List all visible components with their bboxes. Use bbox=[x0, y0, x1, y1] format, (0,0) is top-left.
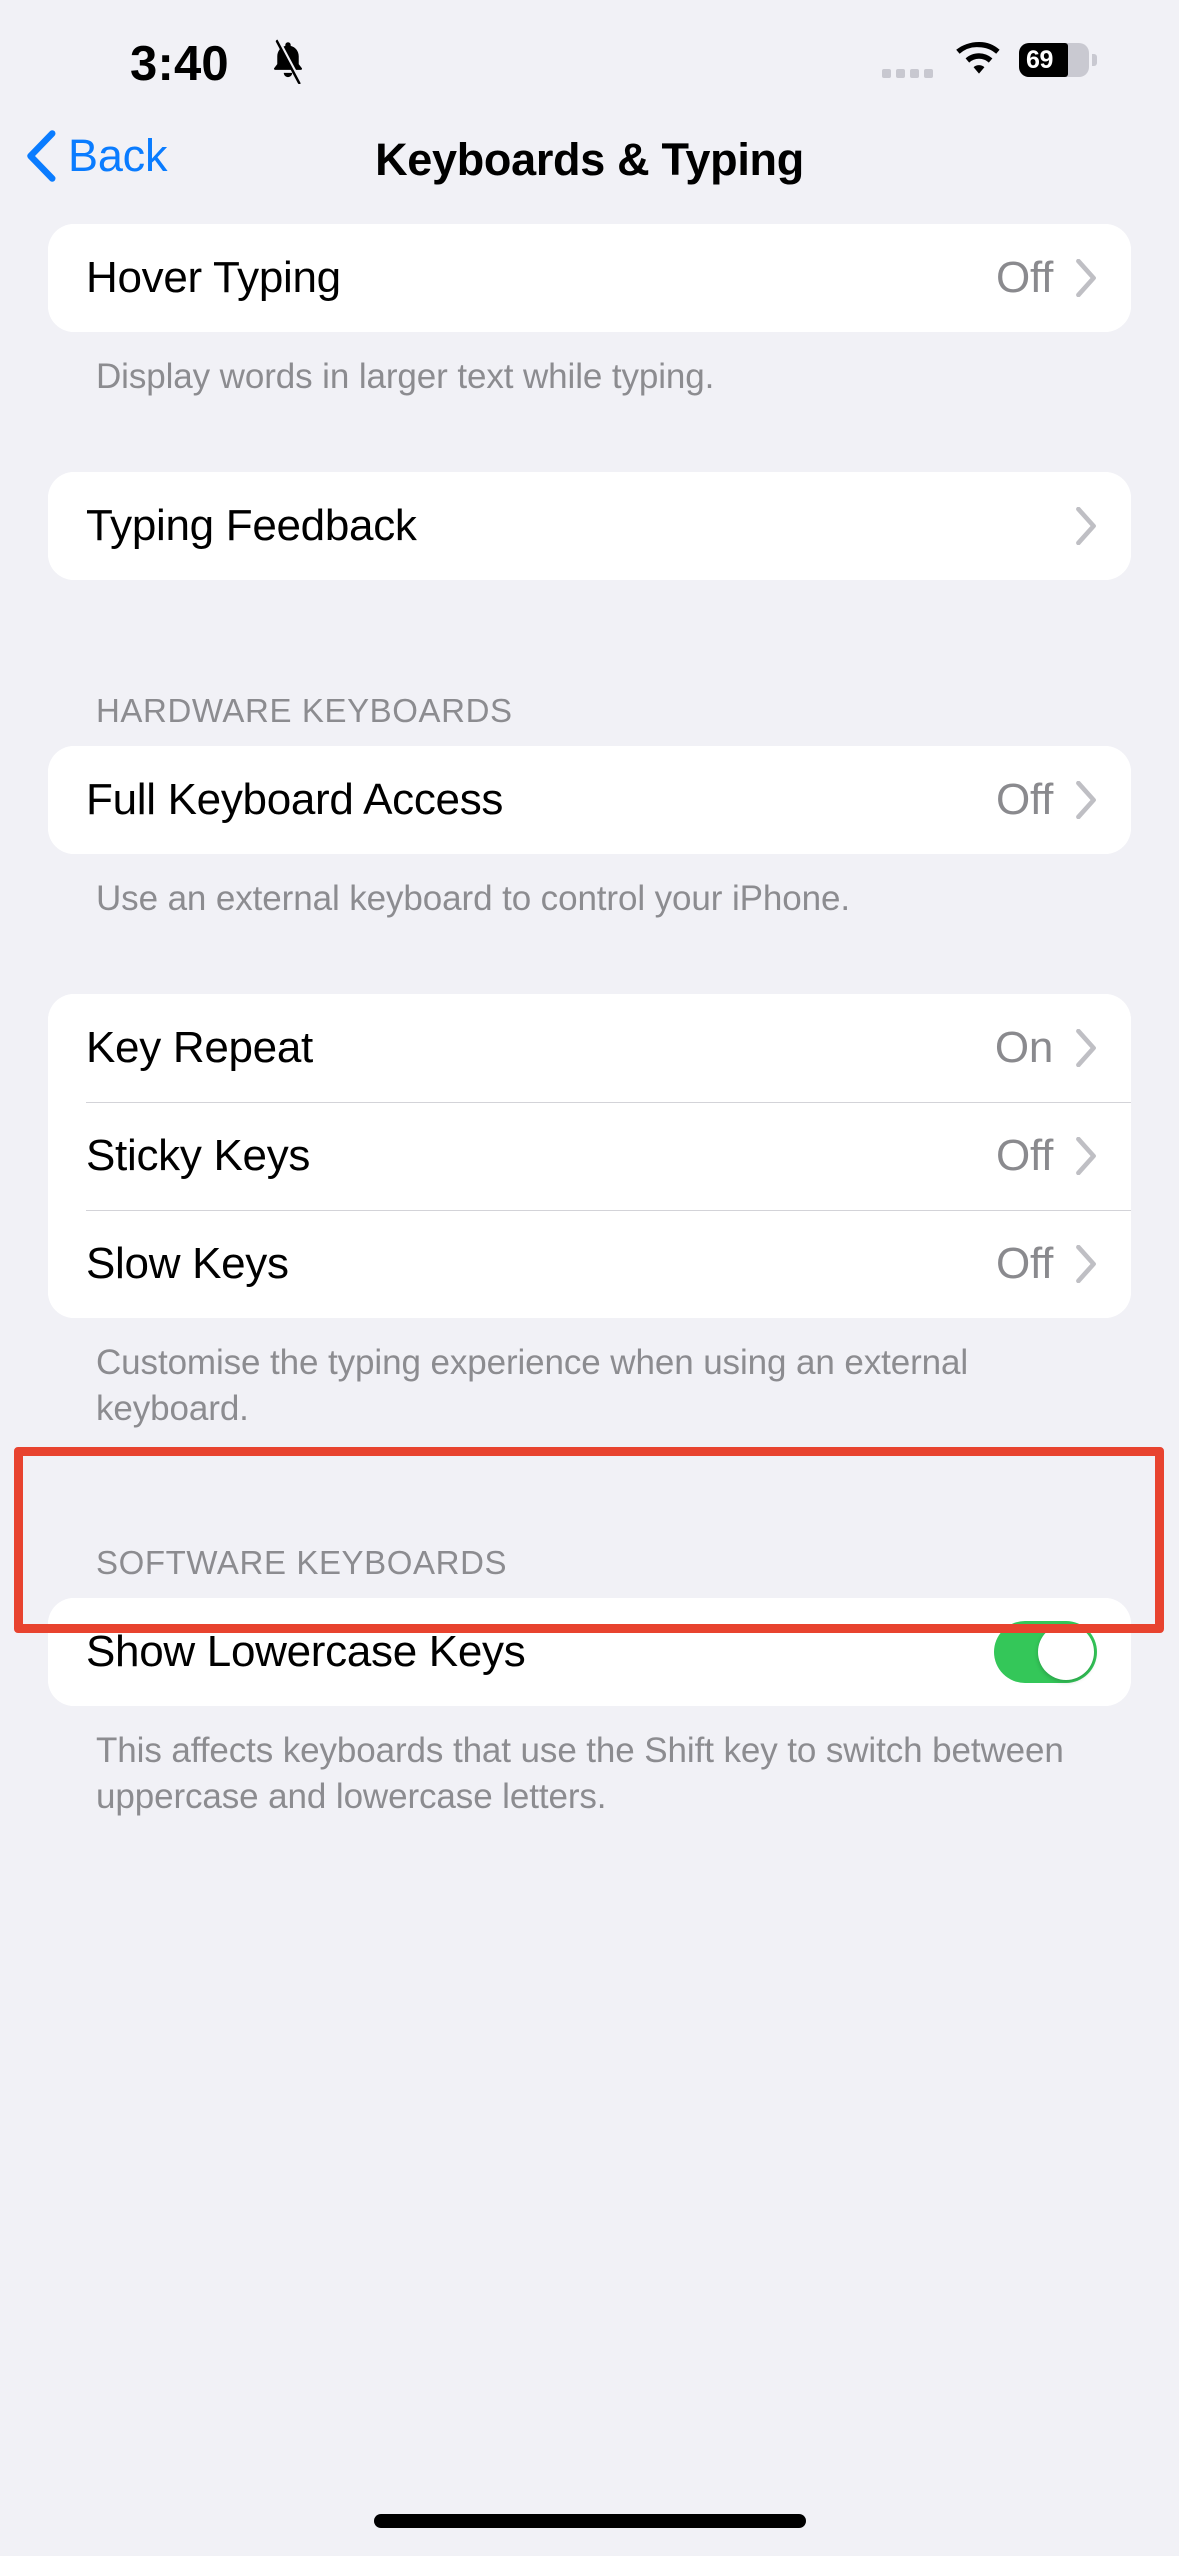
signal-dots-icon bbox=[882, 56, 933, 78]
chevron-right-icon bbox=[1076, 781, 1096, 819]
chevron-right-icon bbox=[1076, 259, 1096, 297]
home-indicator bbox=[373, 2514, 806, 2528]
footer-software-keyboards: This affects keyboards that use the Shif… bbox=[96, 1731, 1064, 1816]
row-label: Full Keyboard Access bbox=[86, 775, 504, 824]
page-title: Keyboards & Typing bbox=[375, 134, 804, 185]
status-indicators: 69 bbox=[882, 38, 1097, 82]
group-software-keyboards: Show Lowercase Keys bbox=[48, 1598, 1131, 1706]
group-hover-typing: Hover Typing Off bbox=[48, 224, 1131, 332]
row-value: Off bbox=[996, 253, 1053, 302]
row-value: On bbox=[994, 1023, 1053, 1072]
toggle-knob bbox=[1038, 1624, 1094, 1680]
battery-icon: 69 bbox=[1019, 43, 1097, 77]
group-hardware-keyboards: Full Keyboard Access Off bbox=[48, 746, 1131, 854]
row-label: Slow Keys bbox=[86, 1239, 289, 1288]
section-header-hardware-keyboards: HARDWARE KEYBOARDS bbox=[96, 692, 513, 729]
row-value: Off bbox=[996, 1131, 1053, 1180]
chevron-right-icon bbox=[1076, 1245, 1096, 1283]
bell-slash-icon bbox=[273, 38, 303, 84]
row-label: Typing Feedback bbox=[86, 501, 417, 550]
iphone-screen: 3:40 69 Back Keyboards & Typing Hover Ty… bbox=[0, 0, 1179, 2556]
footer-hardware-keyboards: Use an external keyboard to control your… bbox=[96, 879, 850, 918]
group-key-options: Key Repeat On Sticky Keys Off Slow Keys … bbox=[48, 994, 1131, 1318]
chevron-right-icon bbox=[1076, 507, 1096, 545]
group-typing-feedback: Typing Feedback bbox=[48, 472, 1131, 580]
navigation-bar: Back Keyboards & Typing bbox=[0, 108, 1179, 224]
row-label: Show Lowercase Keys bbox=[86, 1627, 526, 1676]
row-hover-typing[interactable]: Hover Typing Off bbox=[48, 224, 1131, 332]
row-show-lowercase-keys[interactable]: Show Lowercase Keys bbox=[48, 1598, 1131, 1706]
status-time: 3:40 bbox=[130, 37, 229, 91]
section-header-software-keyboards: SOFTWARE KEYBOARDS bbox=[96, 1544, 508, 1581]
row-key-repeat[interactable]: Key Repeat On bbox=[48, 994, 1131, 1102]
show-lowercase-keys-toggle[interactable] bbox=[994, 1621, 1097, 1683]
row-sticky-keys[interactable]: Sticky Keys Off bbox=[48, 1102, 1131, 1210]
row-typing-feedback[interactable]: Typing Feedback bbox=[48, 472, 1131, 580]
chevron-right-icon bbox=[1076, 1029, 1096, 1067]
row-label: Key Repeat bbox=[86, 1023, 313, 1072]
row-value: Off bbox=[996, 775, 1053, 824]
status-bar: 3:40 69 bbox=[0, 0, 1179, 108]
battery-percent: 69 bbox=[1026, 45, 1054, 74]
wifi-icon bbox=[956, 42, 1000, 74]
footer-hover-typing: Display words in larger text while typin… bbox=[96, 357, 715, 396]
row-label: Hover Typing bbox=[86, 253, 341, 302]
row-value: Off bbox=[996, 1239, 1053, 1288]
row-label: Sticky Keys bbox=[86, 1131, 311, 1180]
chevron-right-icon bbox=[1076, 1137, 1096, 1175]
row-full-keyboard-access[interactable]: Full Keyboard Access Off bbox=[48, 746, 1131, 854]
footer-key-options: Customise the typing experience when usi… bbox=[96, 1343, 969, 1428]
settings-list: Hover Typing Off Display words in larger… bbox=[0, 224, 1179, 1820]
row-slow-keys[interactable]: Slow Keys Off bbox=[48, 1210, 1131, 1318]
